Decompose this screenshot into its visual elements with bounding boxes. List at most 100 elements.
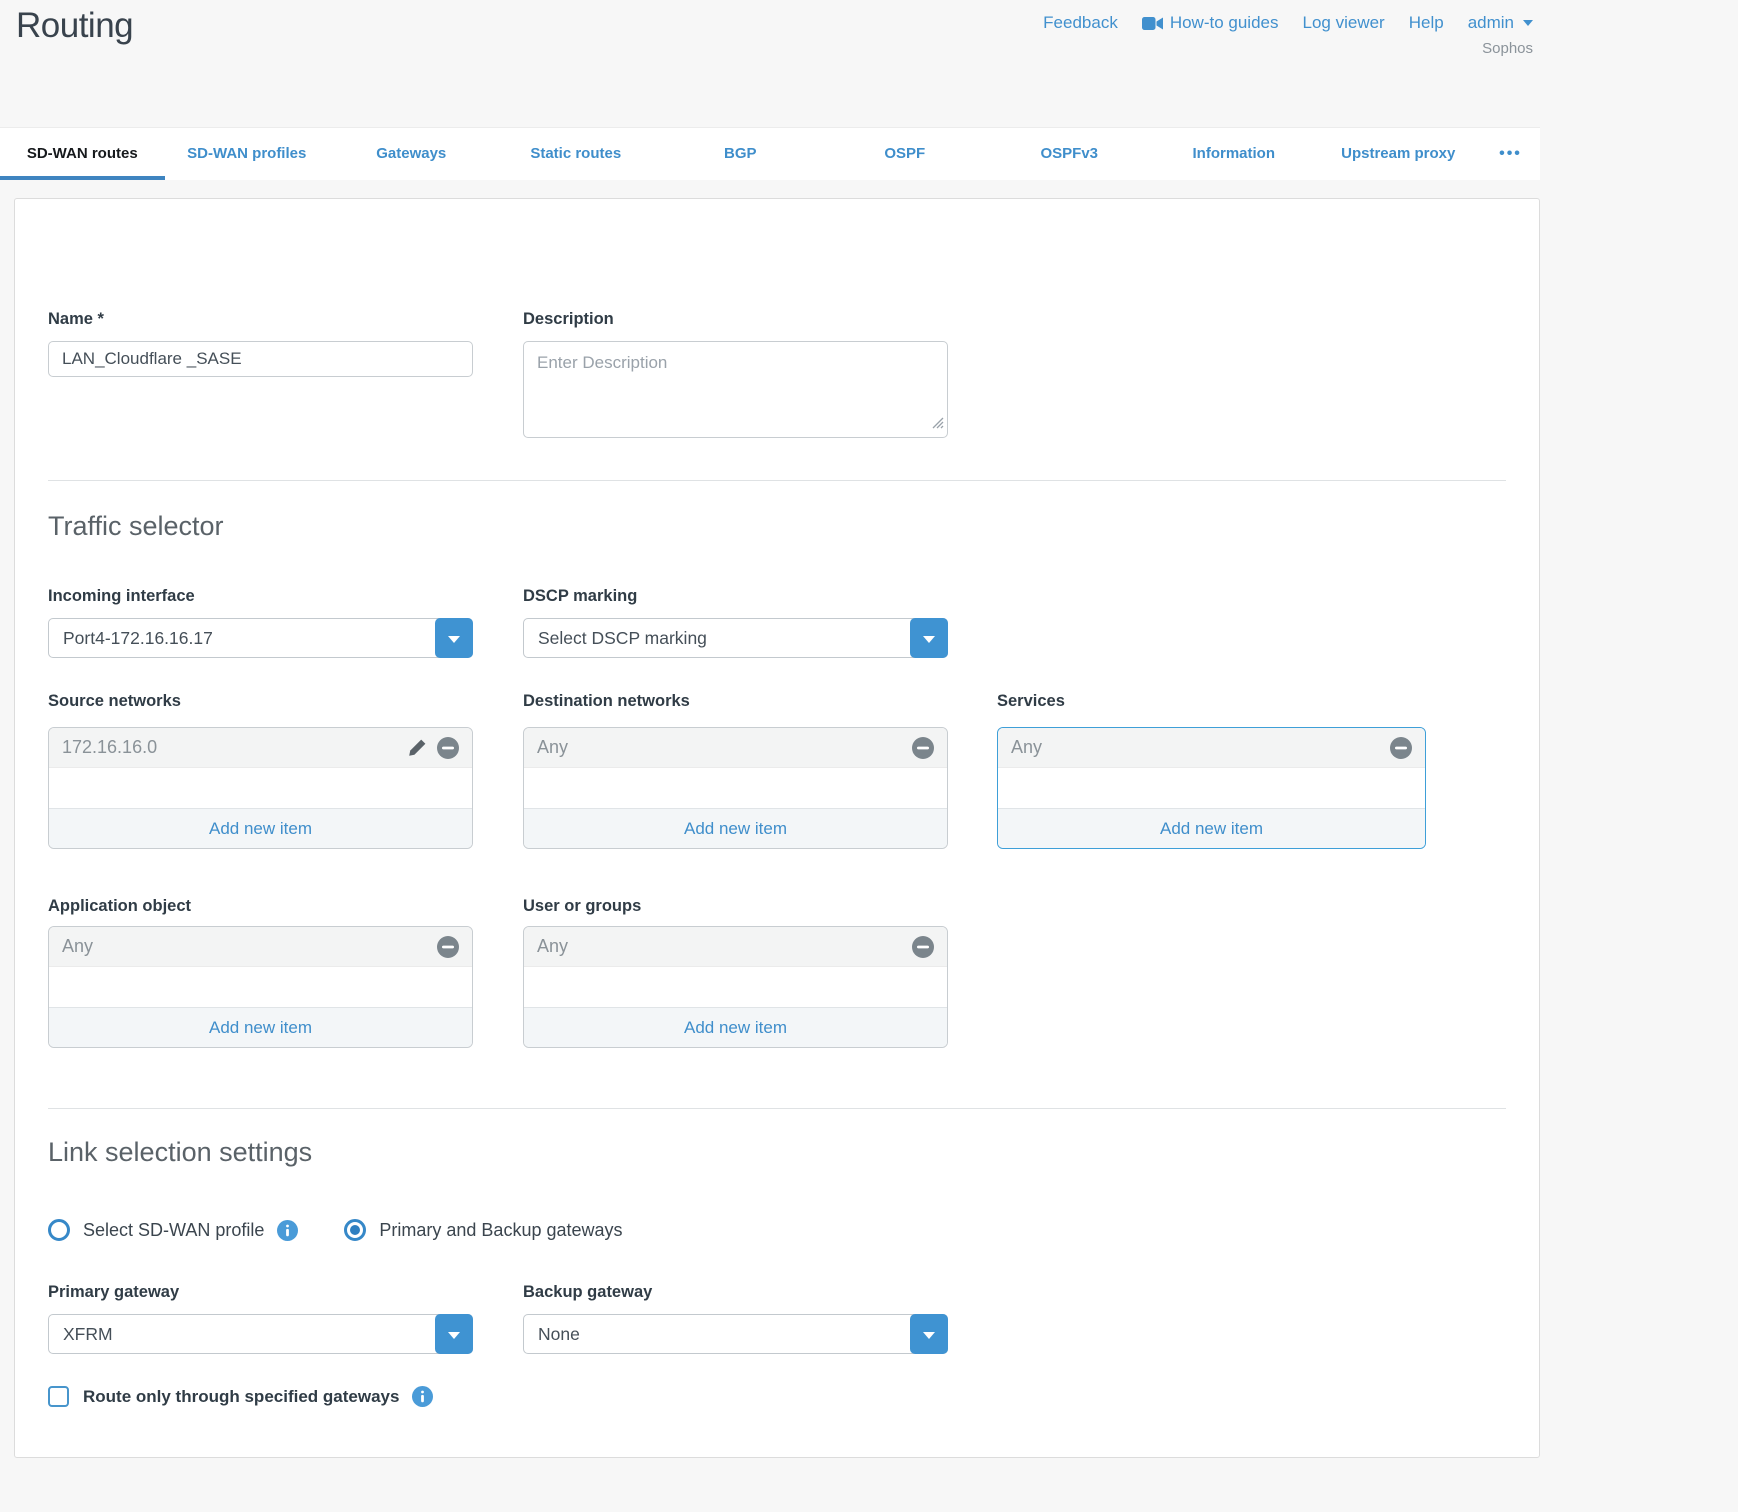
feedback-link[interactable]: Feedback <box>1043 13 1118 33</box>
page-title: Routing <box>16 6 133 46</box>
tab-sd-wan-routes[interactable]: SD-WAN routes <box>0 128 165 180</box>
source-networks-item-value: 172.16.16.0 <box>62 737 157 758</box>
user-or-groups-label: User or groups <box>523 897 948 916</box>
primary-gateway-value: XFRM <box>49 1315 472 1353</box>
backup-gateway-select[interactable]: None <box>523 1314 948 1354</box>
services-label: Services <box>997 692 1426 711</box>
resize-handle-icon[interactable] <box>932 416 944 434</box>
application-object-empty-area <box>49 967 472 1007</box>
user-or-groups-empty-area <box>524 967 947 1007</box>
application-object-item: Any <box>49 927 472 967</box>
source-networks-box: 172.16.16.0 Add new it <box>48 727 473 849</box>
caret-down-icon <box>1523 20 1533 26</box>
user-or-groups-item: Any <box>524 927 947 967</box>
section-divider <box>48 1108 1506 1109</box>
remove-minus-icon[interactable] <box>912 737 934 759</box>
primary-backup-radio[interactable] <box>344 1219 366 1241</box>
source-networks-add-button[interactable]: Add new item <box>49 808 472 848</box>
feedback-link-label: Feedback <box>1043 13 1118 33</box>
destination-networks-empty-area <box>524 768 947 808</box>
radio-group-sdwan-profile: Select SD-WAN profile <box>48 1219 298 1241</box>
route-only-checkbox[interactable] <box>48 1386 69 1407</box>
remove-minus-icon[interactable] <box>437 936 459 958</box>
sdwan-profile-radio-label: Select SD-WAN profile <box>83 1220 264 1241</box>
application-object-item-value: Any <box>62 936 93 957</box>
log-viewer-label: Log viewer <box>1303 13 1385 33</box>
help-label: Help <box>1409 13 1444 33</box>
destination-networks-box: Any Add new item <box>523 727 948 849</box>
caret-down-icon <box>448 636 460 643</box>
incoming-interface-dropdown-button[interactable] <box>435 618 473 658</box>
admin-label: admin <box>1468 13 1514 33</box>
primary-gateway-dropdown-button[interactable] <box>435 1314 473 1354</box>
name-input[interactable] <box>48 341 473 377</box>
backup-gateway-value: None <box>524 1315 947 1353</box>
tab-static-routes[interactable]: Static routes <box>494 128 659 180</box>
caret-down-icon <box>923 1332 935 1339</box>
primary-backup-radio-label: Primary and Backup gateways <box>379 1220 622 1241</box>
application-object-label: Application object <box>48 897 473 916</box>
radio-group-primary-backup: Primary and Backup gateways <box>344 1219 622 1241</box>
primary-gateway-select[interactable]: XFRM <box>48 1314 473 1354</box>
remove-minus-icon[interactable] <box>1390 737 1412 759</box>
tab-information[interactable]: Information <box>1152 128 1317 180</box>
primary-gateway-label: Primary gateway <box>48 1283 473 1302</box>
header-links: Feedback How-to guides Log viewer Help a… <box>1043 13 1533 33</box>
destination-networks-label: Destination networks <box>523 692 948 711</box>
backup-gateway-dropdown-button[interactable] <box>910 1314 948 1354</box>
description-label: Description <box>523 310 948 329</box>
user-or-groups-item-value: Any <box>537 936 568 957</box>
services-add-button[interactable]: Add new item <box>998 808 1425 848</box>
sd-wan-route-form-panel: Name * Description Traffic selector Inco… <box>14 198 1540 1458</box>
source-networks-label: Source networks <box>48 692 473 711</box>
description-textarea[interactable] <box>523 341 948 438</box>
name-label: Name * <box>48 310 473 329</box>
admin-menu[interactable]: admin <box>1468 13 1533 33</box>
application-object-box: Any Add new item <box>48 926 473 1048</box>
tab-bgp[interactable]: BGP <box>658 128 823 180</box>
info-icon[interactable] <box>412 1386 433 1407</box>
source-networks-empty-area <box>49 768 472 808</box>
remove-minus-icon[interactable] <box>912 936 934 958</box>
incoming-interface-value: Port4-172.16.16.17 <box>49 619 472 657</box>
incoming-interface-label: Incoming interface <box>48 587 473 606</box>
howto-guides-label: How-to guides <box>1170 13 1279 33</box>
source-networks-item: 172.16.16.0 <box>49 728 472 768</box>
link-selection-heading: Link selection settings <box>48 1135 1506 1169</box>
dscp-marking-select[interactable]: Select DSCP marking <box>523 618 948 658</box>
destination-networks-add-button[interactable]: Add new item <box>524 808 947 848</box>
tab-ospf[interactable]: OSPF <box>823 128 988 180</box>
tab-upstream-proxy[interactable]: Upstream proxy <box>1316 128 1481 180</box>
dscp-marking-value: Select DSCP marking <box>524 619 947 657</box>
dscp-marking-label: DSCP marking <box>523 587 948 606</box>
info-icon[interactable] <box>277 1220 298 1241</box>
brand-text: Sophos <box>1482 40 1533 57</box>
video-camera-icon <box>1142 16 1163 31</box>
sdwan-profile-radio[interactable] <box>48 1219 70 1241</box>
route-only-checkbox-label: Route only through specified gateways <box>83 1387 399 1407</box>
tab-bar: SD-WAN routes SD-WAN profiles Gateways S… <box>0 127 1540 180</box>
services-empty-area <box>998 768 1425 808</box>
help-link[interactable]: Help <box>1409 13 1444 33</box>
tab-overflow-ellipsis-icon[interactable]: ••• <box>1481 128 1541 180</box>
services-item: Any <box>998 728 1425 768</box>
remove-minus-icon[interactable] <box>437 737 459 759</box>
edit-pencil-icon[interactable] <box>408 738 427 757</box>
tab-gateways[interactable]: Gateways <box>329 128 494 180</box>
log-viewer-link[interactable]: Log viewer <box>1303 13 1385 33</box>
caret-down-icon <box>923 636 935 643</box>
services-item-value: Any <box>1011 737 1042 758</box>
destination-networks-item: Any <box>524 728 947 768</box>
user-or-groups-box: Any Add new item <box>523 926 948 1048</box>
caret-down-icon <box>448 1332 460 1339</box>
top-header: Routing Feedback How-to guides Log viewe… <box>0 0 1738 127</box>
backup-gateway-label: Backup gateway <box>523 1283 948 1302</box>
howto-guides-link[interactable]: How-to guides <box>1142 13 1279 33</box>
incoming-interface-select[interactable]: Port4-172.16.16.17 <box>48 618 473 658</box>
user-or-groups-add-button[interactable]: Add new item <box>524 1007 947 1047</box>
destination-networks-item-value: Any <box>537 737 568 758</box>
tab-sd-wan-profiles[interactable]: SD-WAN profiles <box>165 128 330 180</box>
tab-ospfv3[interactable]: OSPFv3 <box>987 128 1152 180</box>
application-object-add-button[interactable]: Add new item <box>49 1007 472 1047</box>
dscp-marking-dropdown-button[interactable] <box>910 618 948 658</box>
